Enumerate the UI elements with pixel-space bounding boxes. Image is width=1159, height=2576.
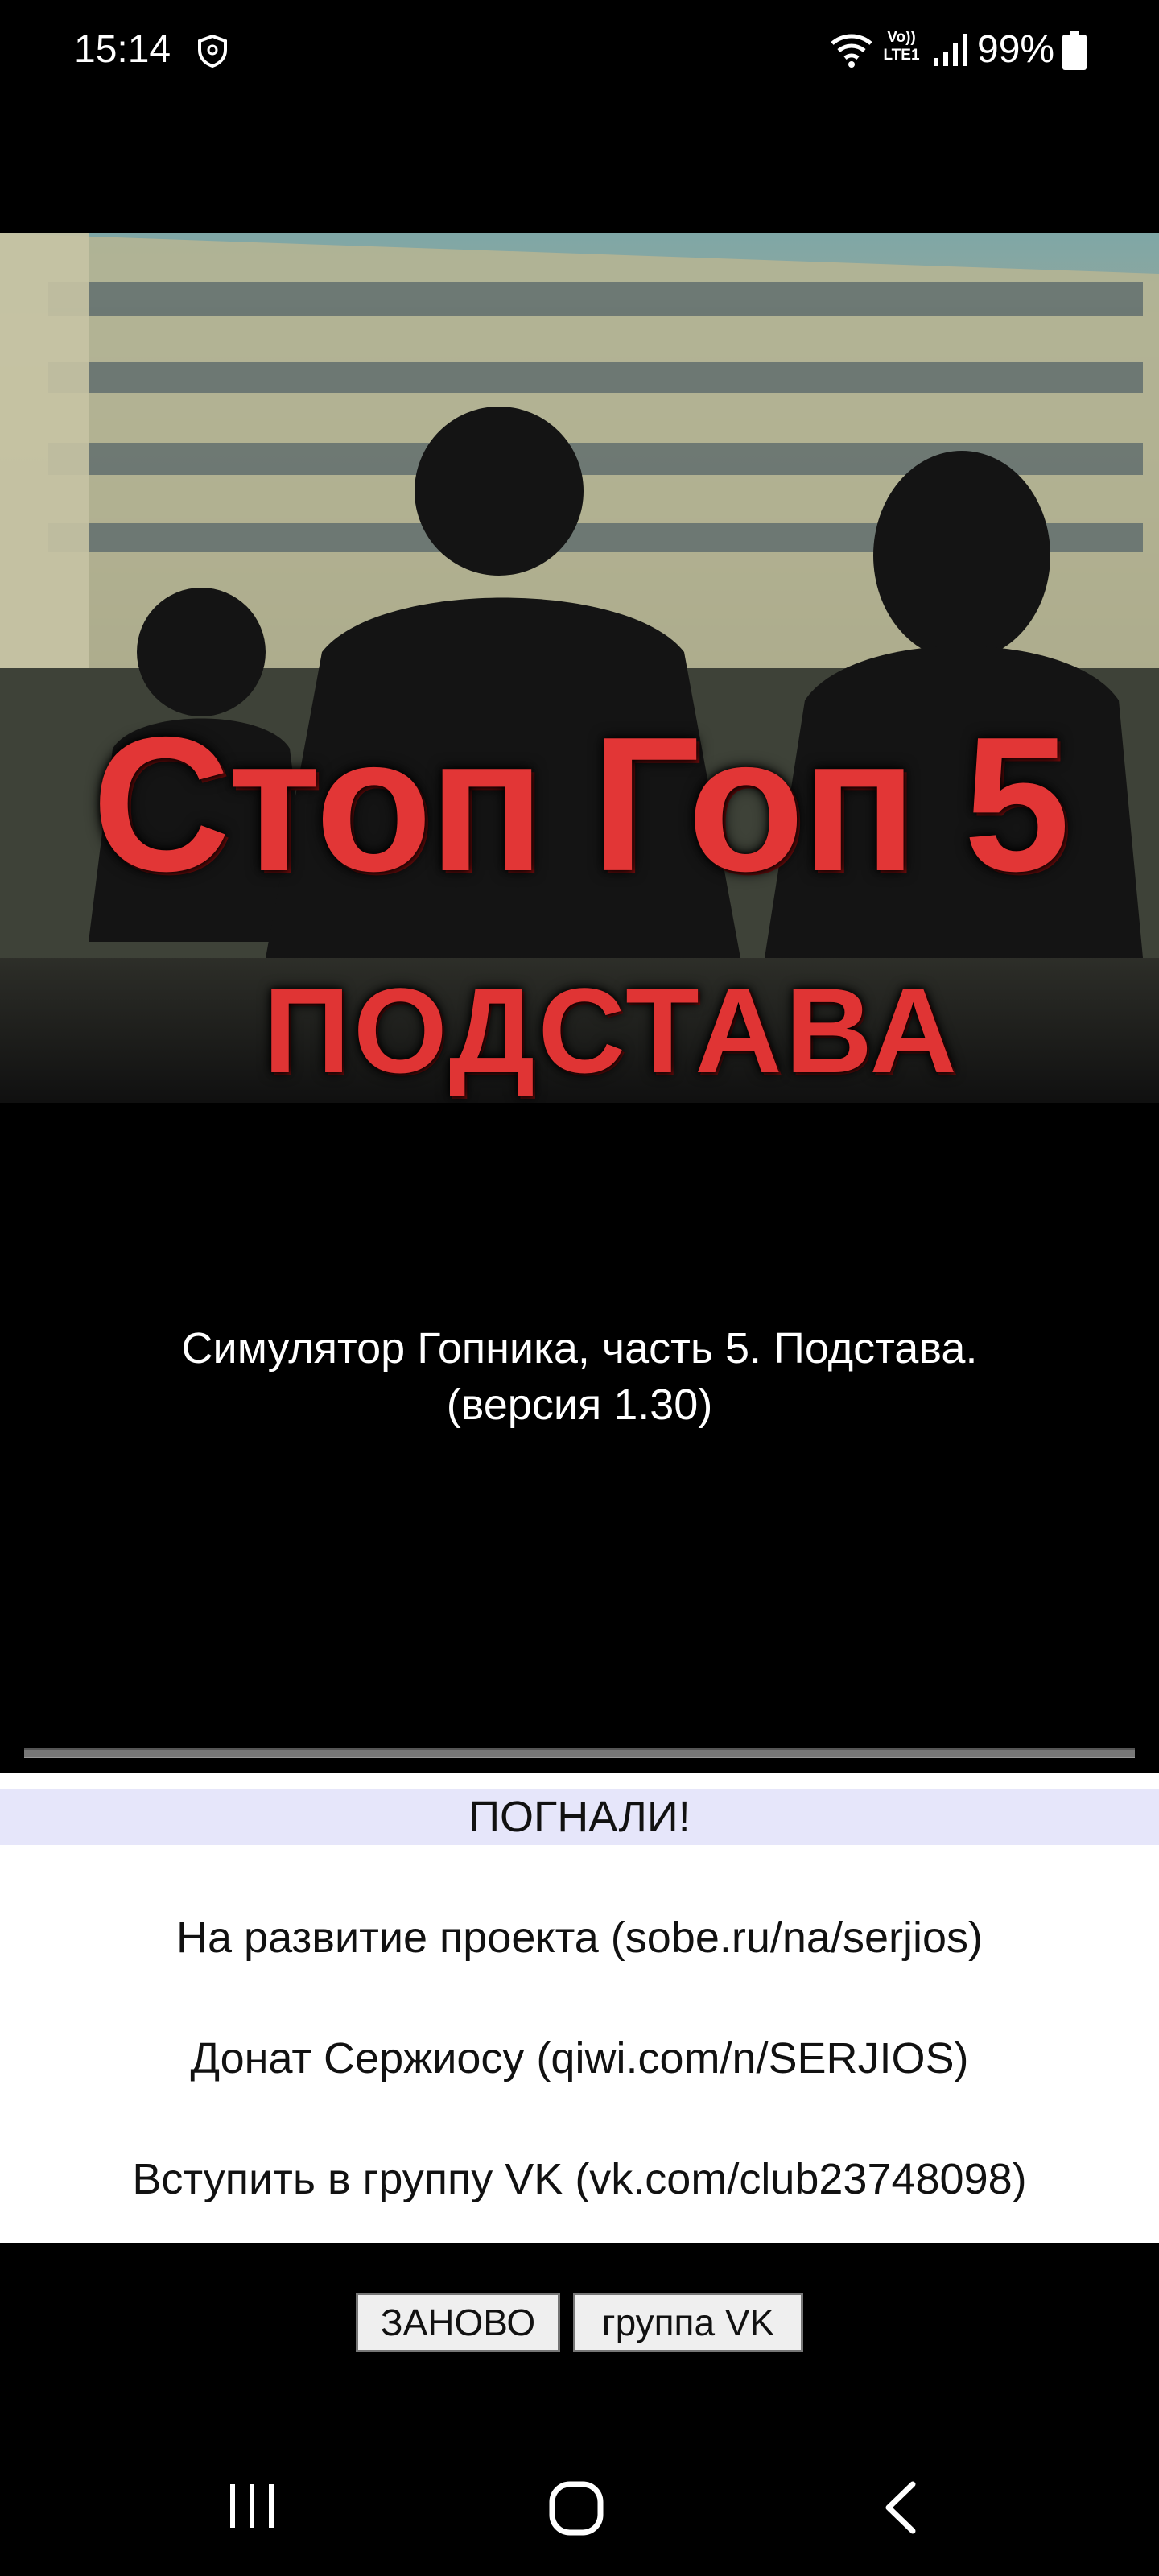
description-version: (версия 1.30) bbox=[446, 1381, 713, 1429]
restart-button[interactable]: ЗАНОВО bbox=[356, 2293, 560, 2352]
join-vk-group-link[interactable]: Вступить в группу VK (vk.com/club2374809… bbox=[0, 2151, 1159, 2207]
vk-group-button[interactable]: группа VK bbox=[573, 2293, 803, 2352]
banner-subtitle: ПОДСТАВА bbox=[263, 963, 960, 1098]
back-icon[interactable] bbox=[881, 2479, 919, 2536]
game-banner-image: ПОДСТАВА Стоп Гоп 5 bbox=[0, 233, 1159, 1103]
donate-link[interactable]: Донат Сержиосу (qiwi.com/n/SERJIOS) bbox=[0, 2030, 1159, 2087]
banner-title: Стоп Гоп 5 bbox=[92, 698, 1070, 911]
main-menu: ПОГНАЛИ! На развитие проекта (sobe.ru/na… bbox=[0, 1773, 1159, 2243]
support-project-link[interactable]: На развитие проекта (sobe.ru/na/serjios) bbox=[0, 1909, 1159, 1966]
shield-icon bbox=[198, 34, 227, 68]
volte-lte-icon: Vo)) LTE1 bbox=[883, 29, 920, 64]
game-description: Симулятор Гопника, часть 5. Подстава. (в… bbox=[0, 1320, 1159, 1433]
battery-percentage: 99% bbox=[977, 28, 1055, 71]
signal-icon bbox=[934, 34, 967, 66]
description-title: Симулятор Гопника, часть 5. Подстава. bbox=[181, 1324, 978, 1373]
start-game-link[interactable]: ПОГНАЛИ! bbox=[0, 1789, 1159, 1845]
home-icon[interactable] bbox=[547, 2479, 605, 2537]
wifi-icon bbox=[831, 34, 872, 68]
system-nav-bar bbox=[0, 2431, 1159, 2576]
battery-icon bbox=[1062, 31, 1087, 70]
divider bbox=[24, 1748, 1135, 1758]
status-time: 15:14 bbox=[74, 28, 171, 71]
status-bar: 15:14 Vo)) LTE1 99% bbox=[0, 0, 1159, 105]
recent-apps-icon[interactable] bbox=[225, 2479, 278, 2533]
